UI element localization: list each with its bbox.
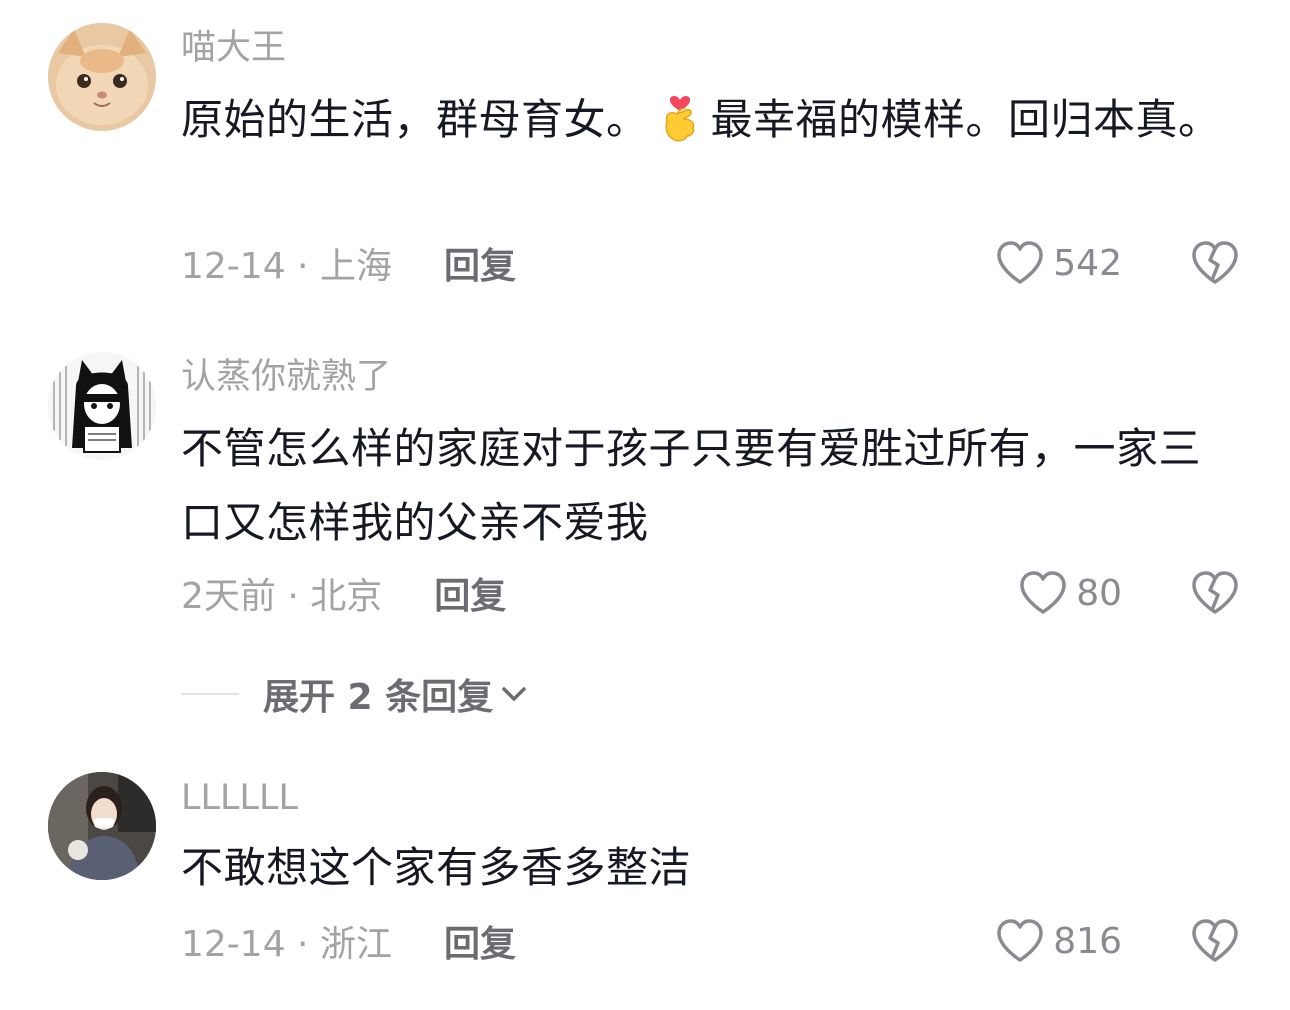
comment-time-location: 12-14 · 浙江 xyxy=(181,924,392,965)
comment-text-part: 原始的生活，群母育女。 xyxy=(181,95,649,144)
comment-time-location: 2天前 · 北京 xyxy=(181,576,383,617)
chevron-down-icon xyxy=(502,687,526,701)
reply-button[interactable]: 回复 xyxy=(434,567,506,619)
like-count: 816 xyxy=(1053,920,1122,962)
avatar[interactable] xyxy=(48,352,156,460)
comment-text: 不管怎么样的家庭对于孩子只要有爱胜过所有，一家三口又怎样我的父亲不爱我 xyxy=(181,424,1202,547)
comment-meta: 12-14 · 上海 回复 xyxy=(181,238,516,288)
manga-girl-avatar-image xyxy=(48,352,156,460)
comment-meta: 12-14 · 浙江 回复 xyxy=(181,916,516,966)
reply-button[interactable]: 回复 xyxy=(444,237,516,289)
comment-username[interactable]: LLLLLL xyxy=(181,776,298,820)
divider-line xyxy=(181,693,239,695)
heart-icon xyxy=(997,919,1044,962)
avatar[interactable] xyxy=(48,23,156,131)
like-count: 542 xyxy=(1053,242,1122,284)
expand-replies-button[interactable]: 展开 2 条回复 xyxy=(181,668,531,720)
comment-text: 原始的生活，群母育女。 最幸福的模样。回归本真。 xyxy=(181,83,1241,157)
finger-heart-emoji-icon xyxy=(665,95,694,142)
comment-text-part: 最幸福的模样。回归本真。 xyxy=(710,95,1221,144)
comment-meta: 2天前 · 北京 回复 xyxy=(181,568,506,618)
broken-heart-icon[interactable] xyxy=(1190,918,1240,964)
cat-avatar-image xyxy=(48,23,156,131)
like-button[interactable]: 816 xyxy=(995,916,1122,966)
photo-girl-avatar-image xyxy=(48,772,156,880)
comment-username[interactable]: 认蒸你就熟了 xyxy=(181,355,391,399)
expand-replies-label: 展开 2 条回复 xyxy=(263,677,494,718)
comment-time-location: 12-14 · 上海 xyxy=(181,246,392,287)
heart-icon xyxy=(1020,571,1066,614)
broken-heart-icon[interactable] xyxy=(1190,570,1240,616)
avatar[interactable] xyxy=(48,772,156,880)
like-count: 80 xyxy=(1076,572,1122,614)
comment-username[interactable]: 喵大王 xyxy=(181,26,286,70)
comment-text: 不敢想这个家有多香多整洁 xyxy=(181,843,692,892)
heart-icon xyxy=(997,241,1044,284)
like-button[interactable]: 80 xyxy=(1018,568,1122,618)
like-button[interactable]: 542 xyxy=(995,238,1122,288)
broken-heart-icon[interactable] xyxy=(1190,240,1240,286)
reply-button[interactable]: 回复 xyxy=(444,915,516,967)
